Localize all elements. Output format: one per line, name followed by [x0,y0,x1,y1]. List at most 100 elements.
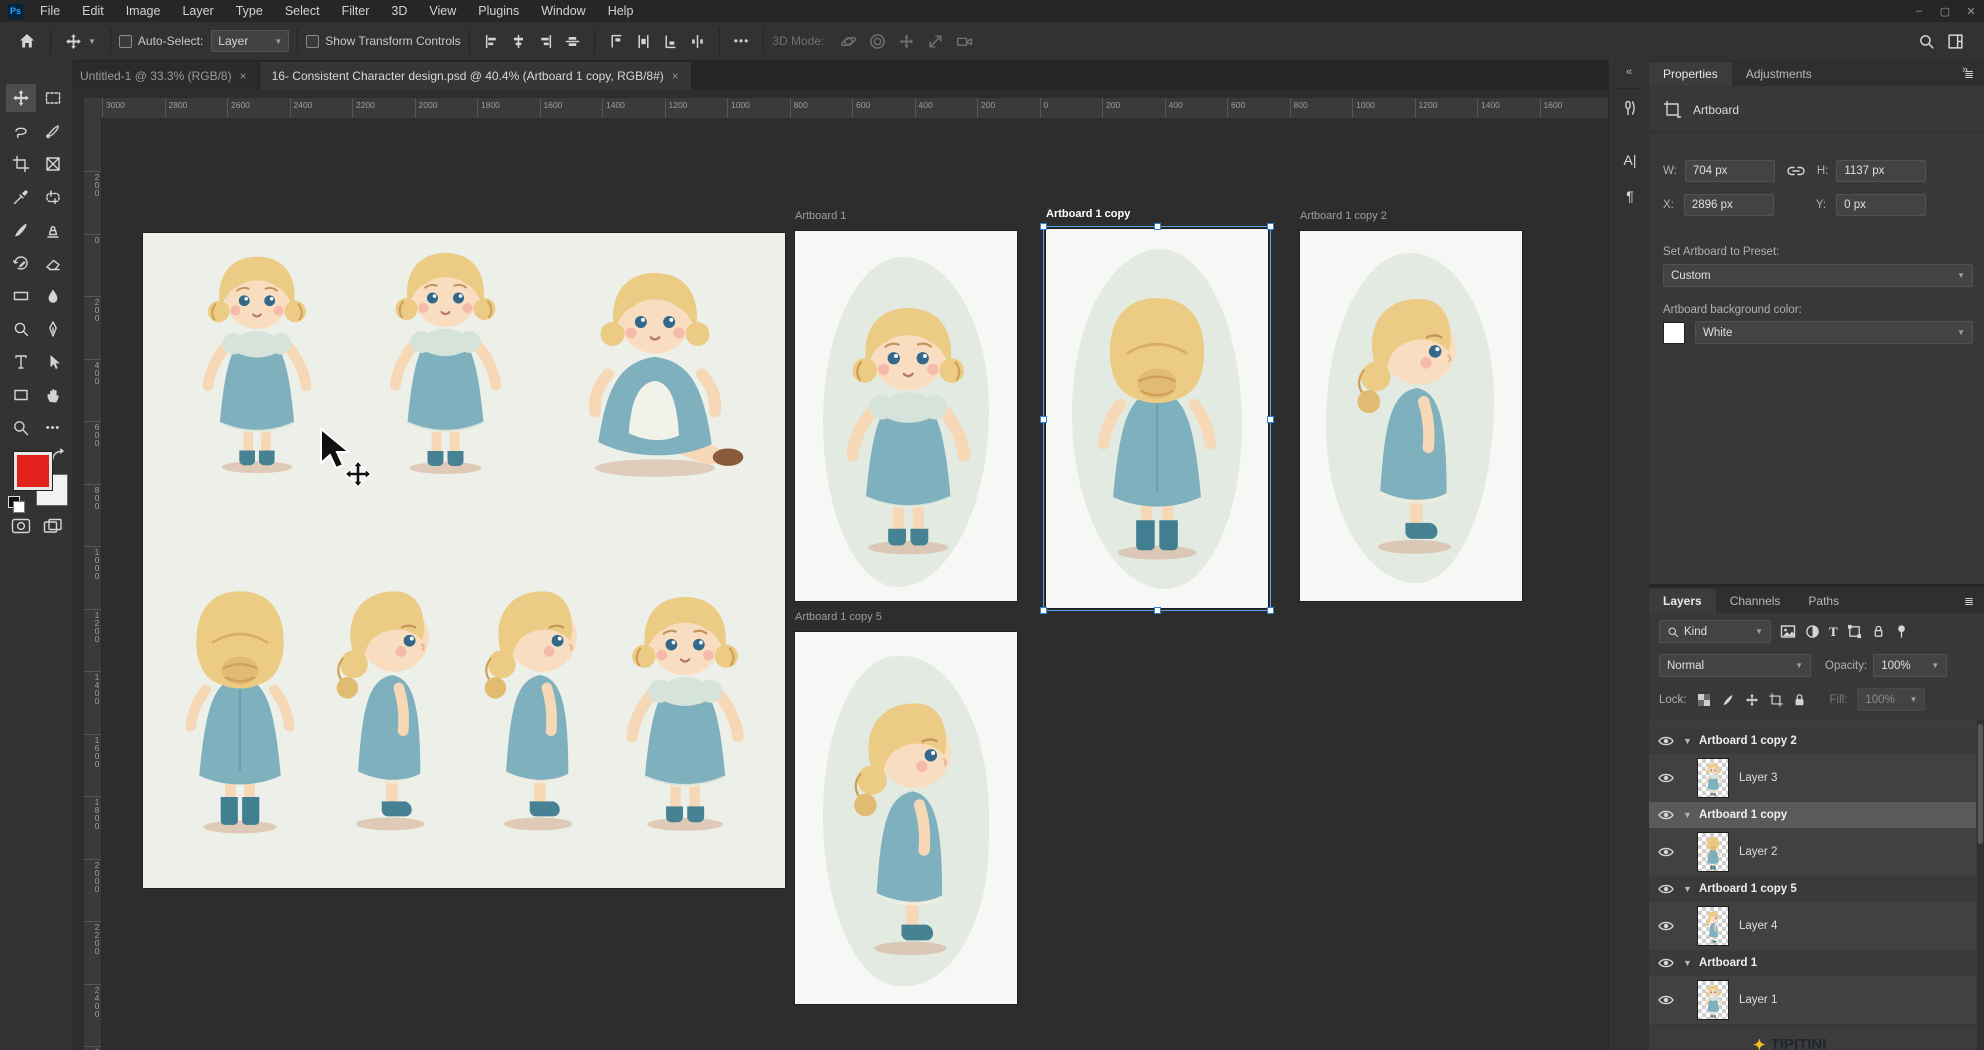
preset-dropdown[interactable]: Custom▼ [1663,264,1973,287]
distribute-top-edges-button[interactable] [603,34,630,49]
layer-row[interactable]: Layer 1 [1649,976,1976,1025]
design-sheet-artboard[interactable] [143,233,785,888]
filter-kind-dropdown[interactable]: Kind ▼ [1659,620,1771,643]
artboard-bg-dropdown[interactable]: White▼ [1695,321,1973,344]
menu-select[interactable]: Select [274,4,331,18]
frame-tool[interactable] [38,150,68,178]
distribute-spacing-button[interactable] [684,34,711,49]
layer-row[interactable]: Layer 3 [1649,754,1976,803]
document-tab-character-design[interactable]: 16- Consistent Character design.psd @ 40… [260,62,691,90]
zoom-tool[interactable] [6,414,36,442]
search-button[interactable] [1912,33,1941,50]
menu-type[interactable]: Type [225,4,274,18]
panel-menu-icon[interactable]: ≣ [1954,589,1984,613]
selection-handle[interactable] [1267,223,1274,230]
menu-file[interactable]: File [29,4,71,18]
chevron-down-icon[interactable]: ▼ [1683,810,1699,820]
pen-tool[interactable] [38,315,68,343]
selection-handle[interactable] [1267,607,1274,614]
height-input[interactable]: 1137 px [1836,160,1926,182]
layer-row[interactable]: Layer 4 [1649,902,1976,951]
foreground-color-swatch[interactable] [14,452,52,490]
auto-select-target-dropdown[interactable]: Layer▼ [211,30,289,52]
filter-type-layers-icon[interactable]: T [1829,624,1838,640]
visibility-eye-icon[interactable] [1649,772,1683,784]
lasso-tool[interactable] [6,117,36,145]
chevron-down-icon[interactable]: ▼ [1683,958,1699,968]
artboard-bg-swatch[interactable] [1663,322,1685,344]
lock-all-icon[interactable] [1793,693,1806,707]
rectangle-tool[interactable] [6,381,36,409]
gradient-tool[interactable] [6,282,36,310]
close-button[interactable]: ✕ [1958,5,1984,18]
filter-smart-objects-icon[interactable] [1871,624,1886,639]
selection-handle[interactable] [1154,607,1161,614]
hand-tool[interactable] [38,381,68,409]
menu-layer[interactable]: Layer [171,4,224,18]
artboard-label-selected[interactable]: Artboard 1 copy [1046,208,1130,220]
layer-thumbnail[interactable] [1697,758,1729,798]
width-input[interactable]: 704 px [1685,160,1775,182]
eyedropper-tool[interactable] [6,183,36,211]
filter-adjustment-layers-icon[interactable] [1805,624,1820,639]
lock-transparent-icon[interactable] [1697,693,1711,707]
filter-pixel-layers-icon[interactable] [1780,624,1796,639]
object-selection-tool[interactable] [38,117,68,145]
layer-thumbnail[interactable] [1697,832,1729,872]
paragraph-panel-icon[interactable]: ¶ [1615,182,1645,210]
visibility-eye-icon[interactable] [1649,957,1683,969]
3d-roll-button[interactable] [863,33,892,50]
move-tool-preset[interactable]: ▼ [59,33,102,50]
chevron-down-icon[interactable]: ▼ [1683,884,1699,894]
menu-window[interactable]: Window [530,4,596,18]
menu-view[interactable]: View [418,4,467,18]
artboard-1-copy-5-canvas[interactable] [795,632,1017,1004]
edit-toolbar-button[interactable]: ••• [38,414,68,442]
eraser-tool[interactable] [38,249,68,277]
dodge-tool[interactable] [6,315,36,343]
maximize-button[interactable]: ▢ [1932,5,1958,18]
horizontal-ruler[interactable]: 3000280026002400220020001800160014001200… [102,98,1608,119]
lock-position-icon[interactable] [1745,693,1759,707]
3d-pan-button[interactable] [892,33,921,50]
history-brush-tool[interactable] [6,249,36,277]
distribute-horizontal-centers-button[interactable] [630,34,657,49]
photoshop-logo[interactable]: Ps [8,4,23,19]
align-left-edges-button[interactable] [478,34,505,49]
layers-scrollbar[interactable] [1977,720,1984,1050]
align-horizontal-centers-button[interactable] [505,34,532,49]
more-options-button[interactable]: ••• [728,34,756,48]
crop-tool[interactable] [6,150,36,178]
minimize-button[interactable]: – [1906,5,1932,17]
type-tool[interactable] [6,348,36,376]
menu-image[interactable]: Image [115,4,172,18]
artboard-label[interactable]: Artboard 1 copy 5 [795,611,882,623]
3d-camera-button[interactable] [950,33,979,50]
layer-thumbnail[interactable] [1697,906,1729,946]
marquee-tool[interactable] [38,84,68,112]
quick-mask-button[interactable] [6,512,36,540]
expand-panels-icon[interactable]: » [1962,64,1968,76]
artboard-1-canvas[interactable] [795,231,1017,601]
document-tab-untitled[interactable]: Untitled-1 @ 33.3% (RGB/8) × [68,62,260,90]
visibility-eye-icon[interactable] [1649,883,1683,895]
align-vertical-centers-button[interactable] [559,34,586,49]
selection-handle[interactable] [1267,416,1274,423]
artboard-label[interactable]: Artboard 1 [795,210,846,222]
close-tab-icon[interactable]: × [672,69,679,83]
align-right-edges-button[interactable] [532,34,559,49]
artboard-1-copy-2-canvas[interactable] [1300,231,1522,601]
auto-select-checkbox[interactable] [119,35,132,48]
menu-plugins[interactable]: Plugins [467,4,530,18]
blur-tool[interactable] [38,282,68,310]
filter-toggle-icon[interactable] [1895,624,1908,639]
home-button[interactable] [12,32,42,50]
close-tab-icon[interactable]: × [240,69,247,83]
3d-orbit-button[interactable] [834,33,863,50]
visibility-eye-icon[interactable] [1649,846,1683,858]
visibility-eye-icon[interactable] [1649,920,1683,932]
brush-settings-panel-icon[interactable] [1615,94,1645,122]
healing-brush-tool[interactable] [38,183,68,211]
screen-mode-button[interactable] [38,512,68,540]
panel-menu-icon[interactable]: ≣ [1954,62,1984,86]
